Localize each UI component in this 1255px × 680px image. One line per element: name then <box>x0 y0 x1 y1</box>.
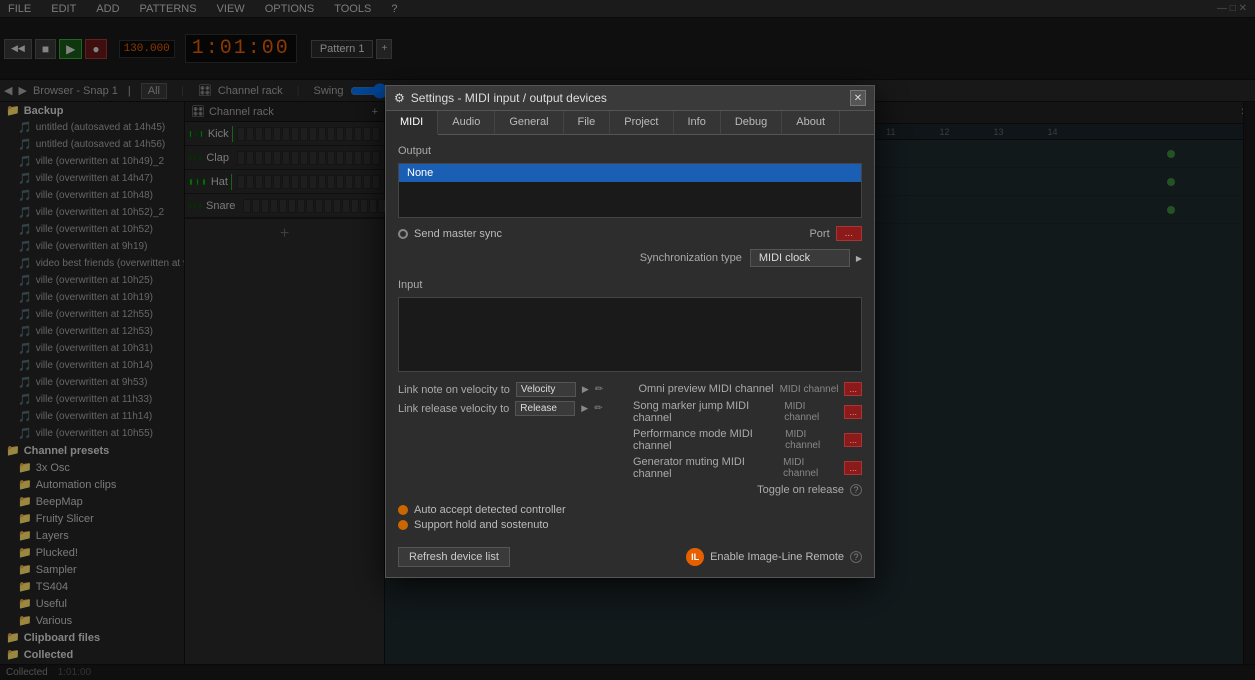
sync-value-display[interactable]: MIDI clock <box>750 249 850 267</box>
output-item-none[interactable]: None <box>399 164 861 182</box>
tab-audio[interactable]: Audio <box>438 111 495 134</box>
send-master-radio[interactable] <box>398 229 408 239</box>
right-controls: Omni preview MIDI channel MIDI channel .… <box>633 382 862 496</box>
left-controls: Link note on velocity to Velocity ▶ ✏ Li… <box>398 382 627 496</box>
settings-icon: ⚙ <box>394 91 405 105</box>
support-hold-radio[interactable] <box>398 520 408 530</box>
omni-label: Omni preview MIDI channel <box>638 383 773 395</box>
link-note-arrow[interactable]: ▶ <box>582 384 589 395</box>
link-release-label: Link release velocity to <box>398 403 509 415</box>
toggle-release-row: Toggle on release ? <box>633 484 862 496</box>
link-release-arrow[interactable]: ▶ <box>581 403 588 414</box>
enable-info-icon[interactable]: ? <box>850 551 862 563</box>
tab-project[interactable]: Project <box>610 111 673 134</box>
link-note-row: Link note on velocity to Velocity ▶ ✏ <box>398 382 627 397</box>
sync-row: Synchronization type MIDI clock ▶ <box>398 249 862 267</box>
generator-midi-label: MIDI channel <box>783 457 838 479</box>
auto-accept-row: Auto accept detected controller <box>398 504 862 516</box>
generator-btn[interactable]: ... <box>844 461 862 475</box>
song-marker-midi-label: MIDI channel <box>784 401 838 423</box>
send-master-row: Send master sync Port ... <box>398 226 862 241</box>
output-device-list[interactable]: None <box>398 163 862 218</box>
midi-controls-grid: Link note on velocity to Velocity ▶ ✏ Li… <box>398 382 862 496</box>
dialog-bottom-row: Refresh device list IL Enable Image-Line… <box>398 539 862 567</box>
link-release-edit[interactable]: ✏ <box>594 403 602 414</box>
modal-overlay: ⚙ Settings - MIDI input / output devices… <box>0 0 1255 680</box>
omni-midi-label: MIDI channel <box>780 384 839 395</box>
support-hold-row: Support hold and sostenuto <box>398 519 862 531</box>
omni-channel-btn[interactable]: ... <box>844 382 862 396</box>
generator-muting-row: Generator muting MIDI channel MIDI chann… <box>633 456 862 480</box>
song-marker-btn[interactable]: ... <box>844 405 862 419</box>
tab-about[interactable]: About <box>782 111 840 134</box>
dialog-tabs: MIDI Audio General File Project Info Deb… <box>386 111 874 135</box>
song-marker-row: Song marker jump MIDI channel MIDI chann… <box>633 400 862 424</box>
dialog-content: Output None Send master sync Port ... Sy… <box>386 135 874 577</box>
dialog-close-button[interactable]: ✕ <box>850 90 866 106</box>
link-release-row: Link release velocity to Release ▶ ✏ <box>398 401 627 416</box>
output-section-label: Output <box>398 145 862 157</box>
dialog-title: ⚙ Settings - MIDI input / output devices <box>394 91 607 105</box>
auto-accept-label: Auto accept detected controller <box>414 504 566 516</box>
enable-label: Enable Image-Line Remote <box>710 551 844 563</box>
toggle-release-label: Toggle on release <box>757 484 844 496</box>
port-area: Port ... <box>809 226 862 241</box>
port-label: Port <box>809 228 829 240</box>
link-note-select[interactable]: Velocity <box>516 382 576 397</box>
link-note-label: Link note on velocity to <box>398 384 510 396</box>
dialog-titlebar: ⚙ Settings - MIDI input / output devices… <box>386 86 874 111</box>
omni-row: Omni preview MIDI channel MIDI channel .… <box>633 382 862 396</box>
settings-dialog: ⚙ Settings - MIDI input / output devices… <box>385 85 875 578</box>
tab-general[interactable]: General <box>495 111 563 134</box>
sync-type-label: Synchronization type <box>640 252 742 264</box>
link-release-select[interactable]: Release <box>515 401 575 416</box>
performance-midi-label: MIDI channel <box>785 429 838 451</box>
sync-value-area: MIDI clock ▶ <box>750 249 862 267</box>
performance-row: Performance mode MIDI channel MIDI chann… <box>633 428 862 452</box>
performance-btn[interactable]: ... <box>844 433 862 447</box>
send-master-text: Send master sync <box>414 228 502 240</box>
refresh-device-list-btn[interactable]: Refresh device list <box>398 547 510 567</box>
tab-file[interactable]: File <box>564 111 611 134</box>
send-master-label: Send master sync <box>398 228 502 240</box>
link-note-edit[interactable]: ✏ <box>595 384 603 395</box>
support-hold-label: Support hold and sostenuto <box>414 519 549 531</box>
dialog-title-text: Settings - MIDI input / output devices <box>411 91 607 105</box>
sync-dropdown-arrow: ▶ <box>856 254 862 263</box>
toggle-info-icon[interactable]: ? <box>850 484 862 496</box>
tab-info[interactable]: Info <box>674 111 721 134</box>
tab-midi[interactable]: MIDI <box>386 111 438 135</box>
enable-il-remote-row: IL Enable Image-Line Remote ? <box>686 548 862 566</box>
generator-label: Generator muting MIDI channel <box>633 456 777 480</box>
tab-debug[interactable]: Debug <box>721 111 782 134</box>
il-logo-icon: IL <box>686 548 704 566</box>
performance-label: Performance mode MIDI channel <box>633 428 779 452</box>
input-device-list[interactable] <box>398 297 862 372</box>
auto-accept-radio[interactable] <box>398 505 408 515</box>
song-marker-label: Song marker jump MIDI channel <box>633 400 778 424</box>
input-section-label: Input <box>398 279 862 291</box>
port-button[interactable]: ... <box>836 226 862 241</box>
